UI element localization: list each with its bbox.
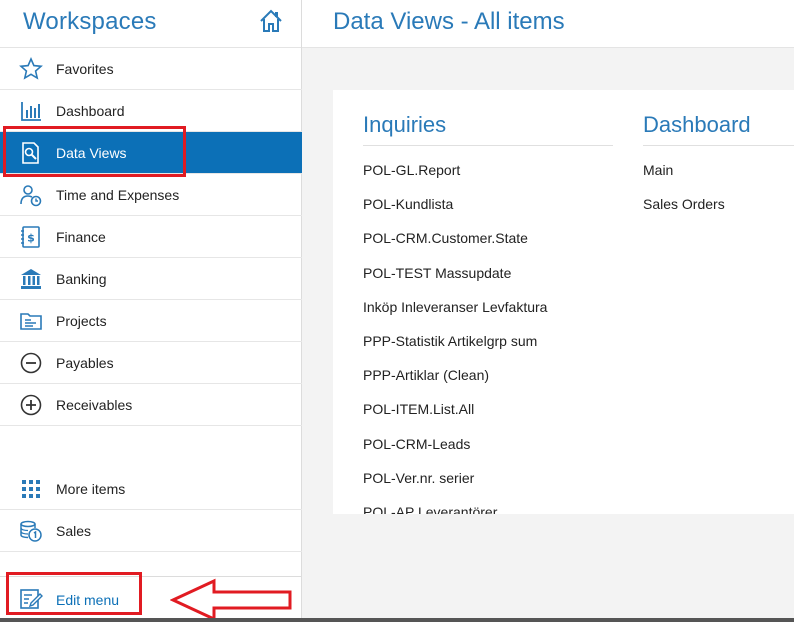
plus-circle-icon [20, 394, 42, 416]
sidebar-item-finance[interactable]: $ Finance [0, 216, 302, 258]
bar-chart-icon [21, 102, 41, 121]
list-item[interactable]: POL-GL.Report [363, 146, 613, 180]
sidebar-item-label: Receivables [56, 397, 133, 413]
sidebar: Workspaces Favorites Dashboard Data View… [0, 0, 302, 622]
inquiries-list: POL-GL.Report POL-Kundlista POL-CRM.Cust… [363, 146, 613, 514]
sidebar-item-payables[interactable]: Payables [0, 342, 302, 384]
list-item[interactable]: POL-ITEM.List.All [363, 385, 613, 419]
sidebar-item-projects[interactable]: Projects [0, 300, 302, 342]
inquiries-column: Inquiries POL-GL.Report POL-Kundlista PO… [363, 90, 613, 514]
sidebar-item-label: Payables [56, 355, 114, 371]
time-expenses-icon [20, 185, 42, 207]
column-title: Dashboard [643, 90, 794, 146]
sidebar-item-more-items[interactable]: More items [0, 468, 302, 510]
list-item[interactable]: Main [643, 146, 794, 180]
list-item[interactable]: Inköp Inleveranser Levfaktura [363, 283, 613, 317]
grid-icon [22, 480, 40, 498]
star-icon [19, 57, 43, 80]
sidebar-item-favorites[interactable]: Favorites [0, 48, 302, 90]
page-title: Data Views - All items [333, 8, 565, 35]
annotation-highlight-edit-menu [6, 572, 142, 615]
column-title: Inquiries [363, 90, 613, 146]
sidebar-header: Workspaces [0, 0, 301, 48]
svg-text:$: $ [27, 232, 35, 245]
minus-circle-icon [20, 352, 42, 374]
sidebar-item-banking[interactable]: Banking [0, 258, 302, 300]
bottom-border [0, 618, 794, 622]
sidebar-item-label: Finance [56, 229, 106, 245]
list-item[interactable]: POL-CRM-Leads [363, 420, 613, 454]
list-item[interactable]: PPP-Artiklar (Clean) [363, 351, 613, 385]
bank-icon [21, 269, 41, 289]
sidebar-item-label: Time and Expenses [56, 187, 180, 203]
projects-icon [20, 313, 42, 330]
dashboard-list: Main Sales Orders [643, 146, 794, 214]
sidebar-item-receivables[interactable]: Receivables [0, 384, 302, 426]
dashboard-column: Dashboard Main Sales Orders [643, 90, 794, 214]
list-item[interactable]: POL-Kundlista [363, 180, 613, 214]
data-views-panel: Inquiries POL-GL.Report POL-Kundlista PO… [333, 90, 794, 514]
annotation-highlight-data-views [3, 126, 186, 177]
annotation-arrow-icon [170, 578, 292, 622]
list-item[interactable]: POL-Ver.nr. serier [363, 454, 613, 488]
home-icon[interactable] [258, 8, 284, 34]
main-header: Data Views - All items [302, 0, 794, 48]
sidebar-item-sales[interactable]: Sales [0, 510, 302, 552]
list-item[interactable]: POL-AP Leverantörer [363, 488, 613, 514]
sidebar-item-label: Dashboard [56, 103, 125, 119]
list-item[interactable]: POL-CRM.Customer.State [363, 214, 613, 248]
sidebar-item-label: More items [56, 481, 126, 497]
sidebar-title: Workspaces [23, 8, 157, 35]
sidebar-item-label: Sales [56, 523, 92, 539]
sidebar-item-label: Banking [56, 271, 107, 287]
finance-icon: $ [21, 226, 40, 248]
list-item[interactable]: POL-TEST Massupdate [363, 249, 613, 283]
list-item[interactable]: PPP-Statistik Artikelgrp sum [363, 317, 613, 351]
sidebar-item-time-and-expenses[interactable]: Time and Expenses [0, 174, 302, 216]
coins-icon [20, 520, 42, 542]
sidebar-item-label: Projects [56, 313, 107, 329]
list-item[interactable]: Sales Orders [643, 180, 794, 214]
sidebar-item-label: Favorites [56, 61, 114, 77]
